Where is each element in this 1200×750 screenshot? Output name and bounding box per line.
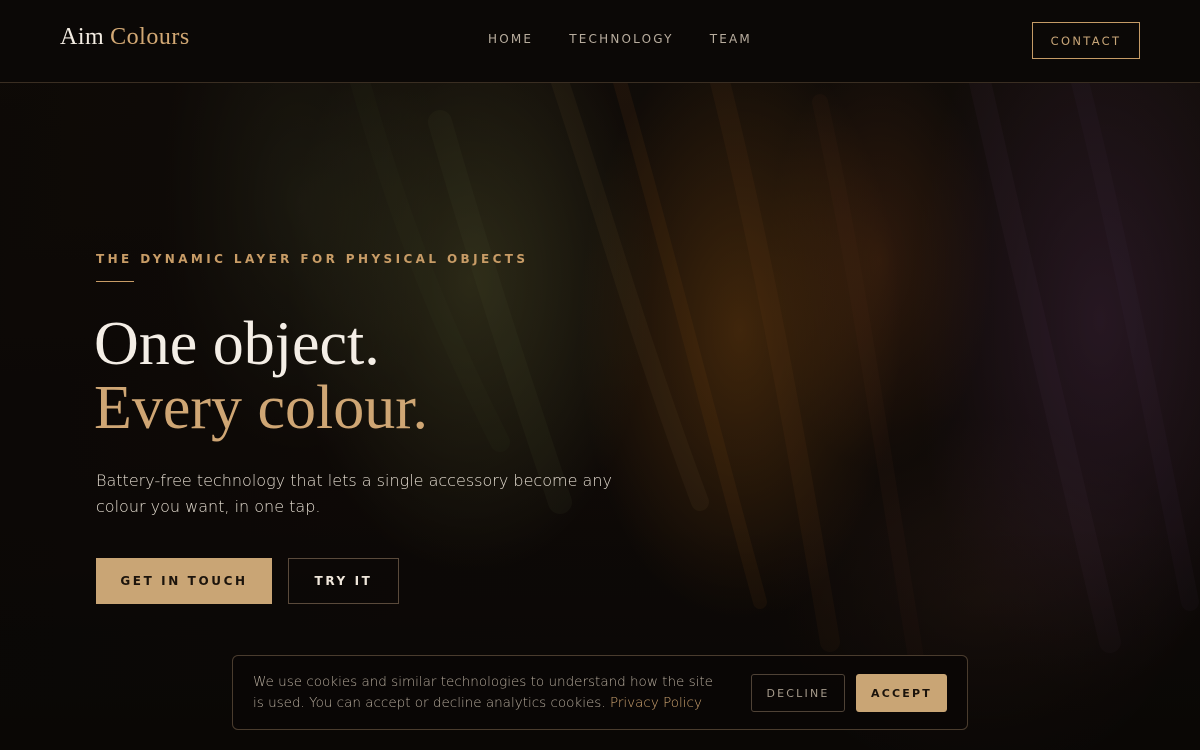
brand-logo[interactable]: Aim Colours [60,24,190,51]
get-in-touch-button[interactable]: GET IN TOUCH [96,558,272,604]
eyebrow-divider [96,281,134,282]
cookie-message: We use cookies and similar technologies … [253,672,723,714]
site-header: Aim Colours HOME TECHNOLOGY TEAM CONTACT [0,0,1200,83]
nav-team[interactable]: TEAM [710,32,752,46]
hero-subtext: Battery-free technology that lets a sing… [96,471,612,516]
nav-technology[interactable]: TECHNOLOGY [569,32,673,46]
main-nav: HOME TECHNOLOGY TEAM [488,32,752,46]
logo-word-accent: Colours [110,24,190,50]
headline-line-2: Every colour. [94,374,429,442]
headline-line-1: One object. [94,310,380,378]
hero-eyebrow: THE DYNAMIC LAYER FOR PHYSICAL OBJECTS [96,252,529,266]
nav-home[interactable]: HOME [488,32,533,46]
logo-word-main: Aim [60,24,105,50]
accept-button[interactable]: ACCEPT [856,674,947,712]
try-it-button[interactable]: TRY IT [288,558,399,604]
privacy-policy-link[interactable]: Privacy Policy [610,695,702,711]
contact-button[interactable]: CONTACT [1032,22,1140,59]
hero-headline: One object. Every colour. [94,312,428,440]
cookie-banner: We use cookies and similar technologies … [232,655,968,730]
decline-button[interactable]: DECLINE [751,674,845,712]
